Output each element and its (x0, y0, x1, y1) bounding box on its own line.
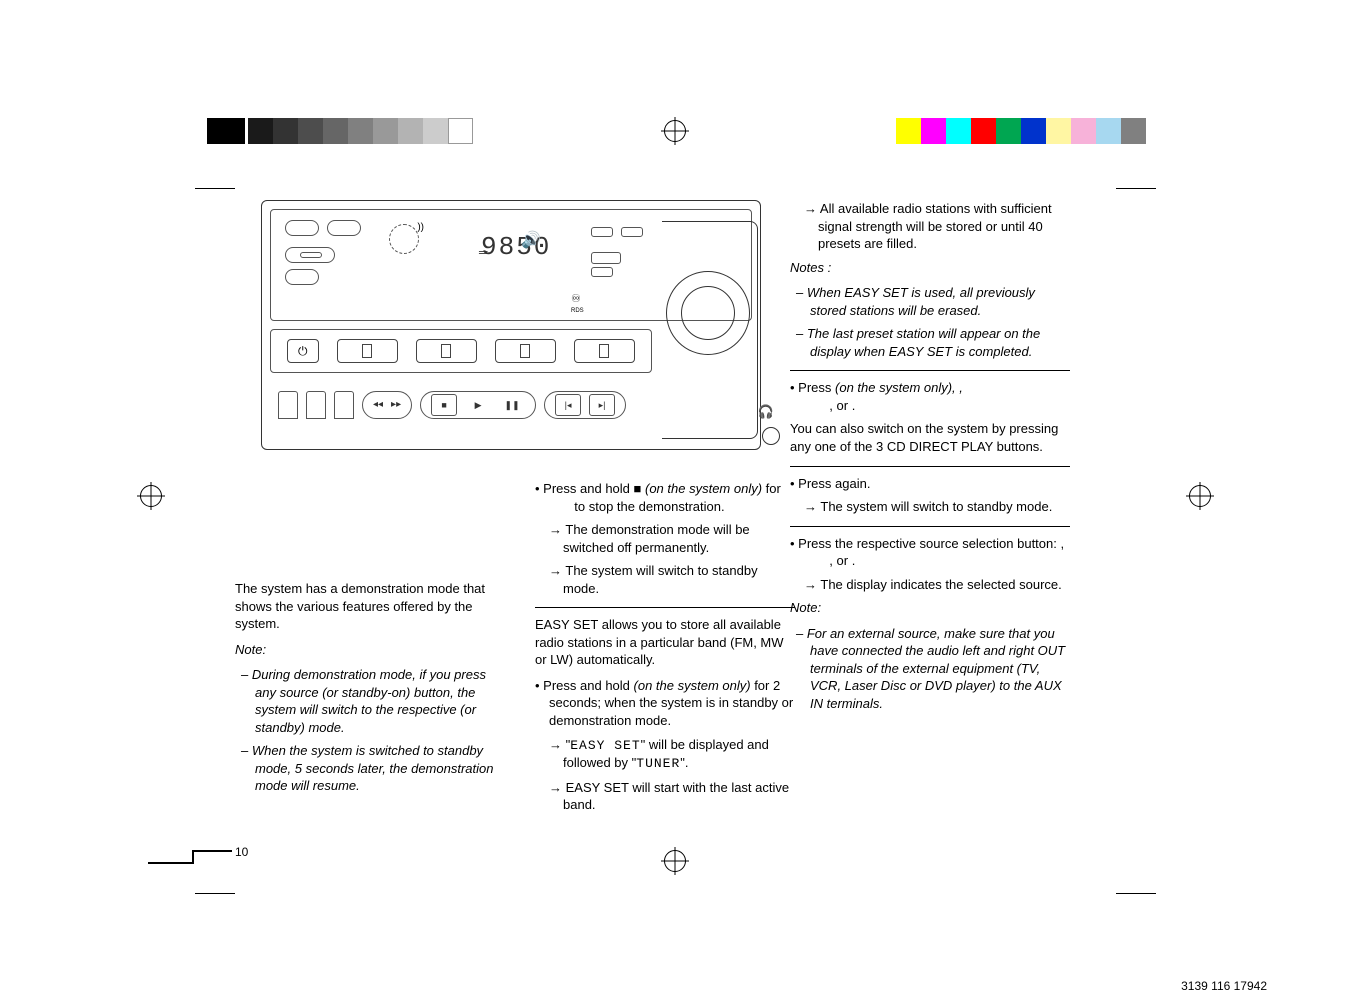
instruction-item: Press the respective source selection bu… (790, 535, 1070, 570)
cd-slot-icon (337, 339, 398, 363)
cd-slot-icon (495, 339, 556, 363)
cassette-door-icon (278, 391, 298, 419)
power-button-icon: ⏻ (287, 339, 319, 363)
device-transport-row: ◂◂▸▸ ■ ▶ ❚❚ |◂ ▸| (270, 383, 652, 427)
document-code: 3139 116 17942 (1181, 978, 1267, 994)
section-divider (790, 526, 1070, 527)
printer-marks-top (0, 118, 1351, 158)
grayscale-ramp (248, 118, 473, 144)
note-item: During demonstration mode, if you press … (235, 666, 495, 736)
result-item: The system will switch to standby mode. (790, 498, 1070, 516)
corner-step-mark (148, 840, 208, 870)
section-divider (790, 370, 1070, 371)
cd-slot-icon (416, 339, 477, 363)
section-divider (535, 607, 795, 608)
page-content: )) ═ 9850 🔊 ♾RDS ⏻ ◂◂▸▸ (235, 200, 1156, 854)
seek-buttons: ◂◂▸▸ (362, 391, 412, 419)
skip-buttons: |◂ ▸| (544, 391, 626, 419)
instruction-item: Press and hold (on the system only) for … (535, 677, 795, 730)
device-illustration: )) ═ 9850 🔊 ♾RDS ⏻ ◂◂▸▸ (261, 200, 761, 450)
pause-icon: ❚❚ (499, 394, 525, 416)
registration-mark-icon (140, 485, 162, 507)
instruction-item: Press again. (790, 475, 1070, 493)
crop-mark (1116, 188, 1156, 198)
note-item: When the system is switched to standby m… (235, 742, 495, 795)
crop-mark (195, 188, 235, 198)
jack-icon (762, 427, 780, 445)
note-label: Note: (235, 641, 495, 659)
notes-label: Notes : (790, 259, 1070, 277)
cd-slot-icon (574, 339, 635, 363)
switch-on-text: You can also switch on the system by pre… (790, 420, 1070, 455)
result-item: The system will switch to standby mode. (535, 562, 795, 597)
stop-symbol-icon: ■ (634, 481, 642, 496)
registration-mark-icon (664, 120, 686, 142)
registration-mark-icon (1189, 485, 1211, 507)
column-1: The system has a demonstration mode that… (235, 580, 495, 801)
transport-buttons: ■ ▶ ❚❚ (420, 391, 536, 419)
instruction-item: Press (on the system only), , , or . (790, 379, 1070, 414)
result-item: All available radio stations with suffic… (790, 200, 1070, 253)
instruction-item: Press and hold ■ (on the system only) fo… (535, 480, 795, 515)
prev-icon: |◂ (555, 394, 581, 416)
volume-knob-area: 🎧 (678, 231, 778, 431)
column-3: All available radio stations with suffic… (790, 200, 1070, 719)
result-item: The demonstration mode will be switched … (535, 521, 795, 556)
stop-icon: ■ (431, 394, 457, 416)
black-chip (207, 118, 245, 144)
headphone-icon: 🎧 (758, 403, 774, 421)
result-item: The display indicates the selected sourc… (790, 576, 1070, 594)
note-item: For an external source, make sure that y… (790, 625, 1070, 713)
note-item: When EASY SET is used, all previously st… (790, 284, 1070, 319)
cassette-door-icon (306, 391, 326, 419)
color-bar (896, 118, 1146, 144)
page-number: 10 (235, 844, 248, 860)
next-icon: ▸| (589, 394, 615, 416)
cassette-door-icon (334, 391, 354, 419)
result-item: "EASY SET" will be displayed and followe… (535, 736, 795, 773)
volume-knob-inner (681, 286, 735, 340)
column-2: Press and hold ■ (on the system only) fo… (535, 480, 795, 820)
result-item: EASY SET will start with the last active… (535, 779, 795, 814)
section-divider (790, 466, 1070, 467)
play-icon: ▶ (465, 394, 491, 416)
demo-intro-text: The system has a demonstration mode that… (235, 580, 495, 633)
crop-mark (1116, 884, 1156, 894)
device-source-row: ⏻ (270, 329, 652, 373)
note-label: Note: (790, 599, 1070, 617)
crop-mark (195, 884, 235, 894)
easyset-intro: EASY SET allows you to store all availab… (535, 616, 795, 669)
note-item: The last preset station will appear on t… (790, 325, 1070, 360)
